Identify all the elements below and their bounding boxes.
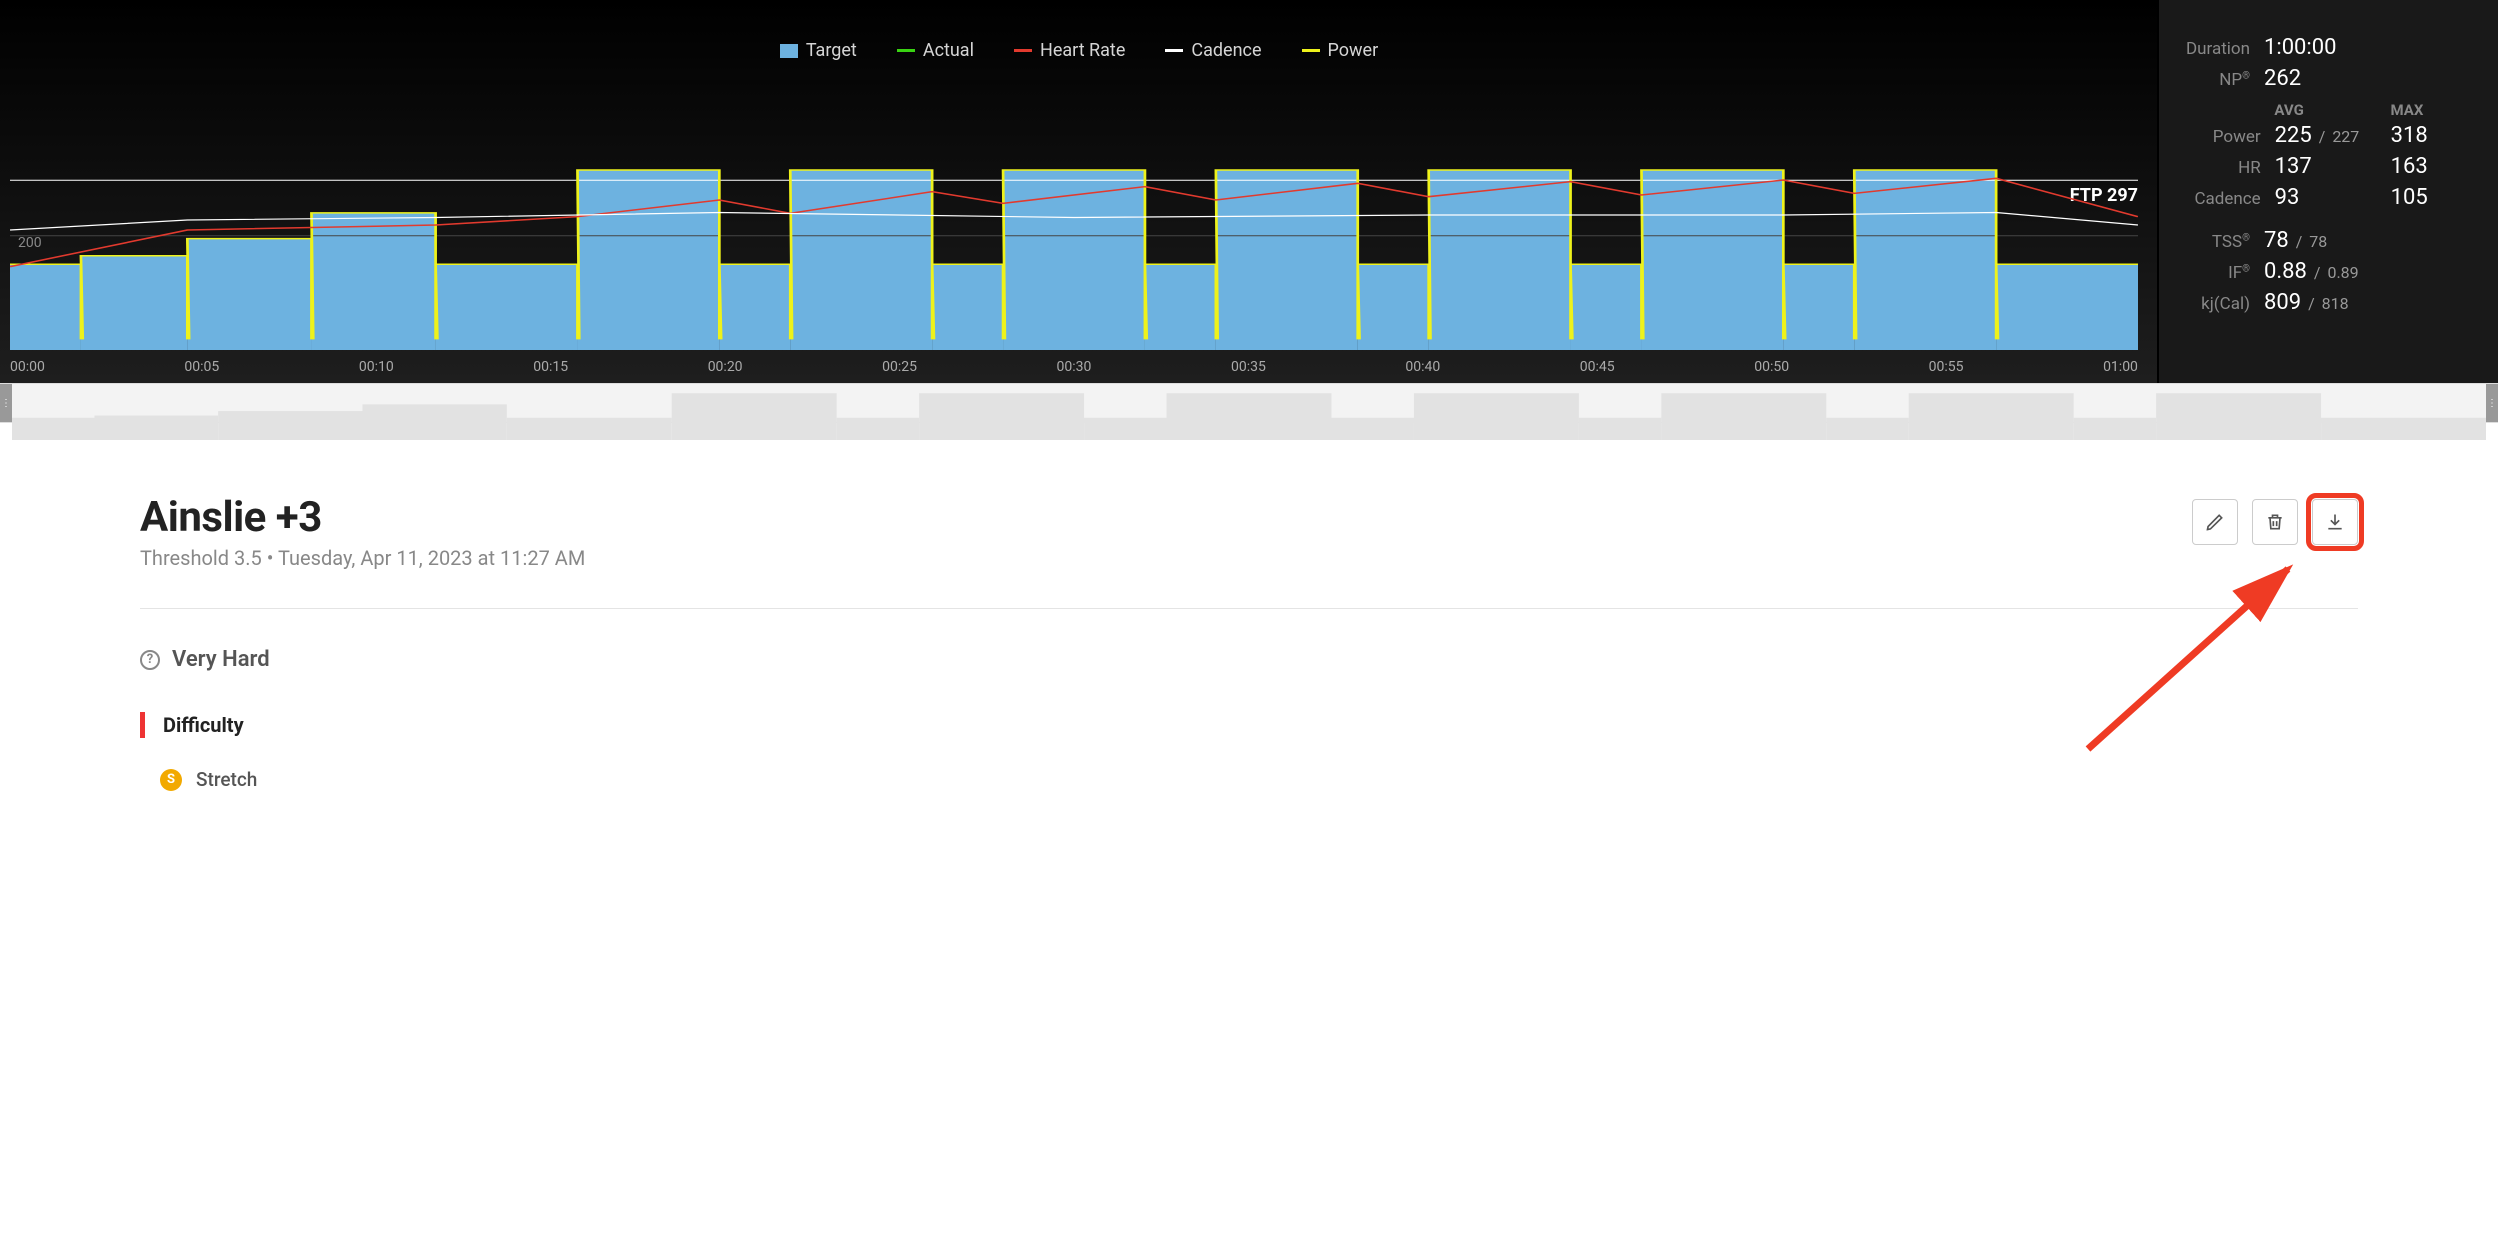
- cad-max: 105: [2391, 185, 2468, 210]
- kj-goal: 818: [2319, 294, 2349, 313]
- legend-target[interactable]: Target: [780, 40, 857, 61]
- trash-icon: [2265, 512, 2285, 532]
- x-tick: 00:15: [533, 359, 568, 375]
- download-icon: [2325, 512, 2345, 532]
- hr-max: 163: [2391, 154, 2468, 179]
- difficulty-rating: Very Hard: [172, 647, 270, 672]
- difficulty-section: Difficulty: [140, 712, 2358, 738]
- x-tick: 00:05: [184, 359, 219, 375]
- legend-hr[interactable]: Heart Rate: [1014, 40, 1125, 61]
- legend-cadence-label: Cadence: [1191, 40, 1261, 61]
- kj-label: kj(Cal): [2164, 294, 2264, 314]
- cad-avg: 93: [2275, 185, 2391, 210]
- target-swatch-icon: [780, 44, 798, 58]
- workout-subtitle: Threshold 3.5 • Tuesday, Apr 11, 2023 at…: [140, 546, 585, 570]
- tss-val: 78: [2264, 228, 2289, 253]
- power-avg-goal: 227: [2329, 127, 2359, 146]
- actual-line-icon: [897, 49, 915, 52]
- pencil-icon: [2205, 512, 2225, 532]
- legend-actual-label: Actual: [923, 40, 974, 61]
- chart-area[interactable]: Target Actual Heart Rate Cadence Power 2…: [0, 0, 2158, 383]
- tss-label: TSS®: [2164, 232, 2264, 252]
- x-tick: 00:20: [708, 359, 743, 375]
- tss-goal: 78: [2306, 232, 2327, 251]
- x-tick: 00:55: [1929, 359, 1964, 375]
- workout-content: Ainslie +3 Threshold 3.5 • Tuesday, Apr …: [0, 423, 2498, 831]
- x-tick: 00:40: [1405, 359, 1440, 375]
- x-axis-ticks: 00:00 00:05 00:10 00:15 00:20 00:25 00:30 00:35…: [10, 359, 2138, 375]
- if-label: IF®: [2164, 263, 2264, 283]
- x-tick: 00:30: [1057, 359, 1092, 375]
- chart-svg: [10, 150, 2138, 350]
- cadence-line-icon: [1165, 49, 1183, 52]
- help-icon[interactable]: ?: [140, 650, 160, 670]
- hr-avg: 137: [2275, 154, 2391, 179]
- chart-legend: Target Actual Heart Rate Cadence Power: [0, 40, 2158, 61]
- cad-label: Cadence: [2164, 189, 2275, 209]
- max-head: MAX: [2391, 101, 2468, 119]
- x-tick: 00:10: [359, 359, 394, 375]
- legend-target-label: Target: [806, 40, 857, 61]
- legend-power-label: Power: [1328, 40, 1379, 61]
- difficulty-level-row: S Stretch: [140, 768, 2358, 791]
- scrub-mini-chart: [12, 388, 2486, 440]
- if-goal: 0.89: [2324, 263, 2358, 282]
- difficulty-accent-bar: [140, 712, 145, 738]
- workout-title: Ainslie +3: [140, 493, 585, 542]
- stretch-badge-icon: S: [160, 769, 182, 791]
- legend-cadence[interactable]: Cadence: [1165, 40, 1261, 61]
- power-max: 318: [2391, 123, 2468, 148]
- stats-panel: Duration 1:00:00 NP® 262 AVG MAX Power 2…: [2158, 0, 2498, 383]
- hr-line-icon: [1014, 49, 1032, 52]
- x-tick: 00:50: [1754, 359, 1789, 375]
- delete-button[interactable]: [2252, 499, 2298, 545]
- np-label: NP®: [2164, 70, 2264, 90]
- stretch-label: Stretch: [196, 768, 257, 791]
- difficulty-heading: Difficulty: [163, 713, 244, 737]
- download-button[interactable]: [2312, 499, 2358, 545]
- scrub-handle-right[interactable]: ⋮: [2486, 384, 2498, 422]
- legend-actual[interactable]: Actual: [897, 40, 974, 61]
- timeline-scrubber[interactable]: ⋮ ⋮: [0, 383, 2498, 423]
- duration-label: Duration: [2164, 39, 2264, 59]
- x-tick: 00:35: [1231, 359, 1266, 375]
- if-val: 0.88: [2264, 259, 2307, 284]
- workout-actions: [2192, 499, 2358, 545]
- legend-hr-label: Heart Rate: [1040, 40, 1125, 61]
- duration-value: 1:00:00: [2264, 35, 2336, 60]
- edit-button[interactable]: [2192, 499, 2238, 545]
- x-tick: 00:25: [882, 359, 917, 375]
- kj-val: 809: [2264, 290, 2301, 315]
- legend-power[interactable]: Power: [1302, 40, 1379, 61]
- hr-label: HR: [2164, 158, 2275, 178]
- x-tick: 01:00: [2103, 359, 2138, 375]
- x-tick: 00:00: [10, 359, 45, 375]
- x-tick: 00:45: [1580, 359, 1615, 375]
- power-line-icon: [1302, 49, 1320, 52]
- scrub-handle-left[interactable]: ⋮: [0, 384, 12, 422]
- divider: [140, 608, 2358, 609]
- difficulty-rating-row: ? Very Hard: [140, 647, 2358, 672]
- workout-graph-panel: Target Actual Heart Rate Cadence Power 2…: [0, 0, 2498, 383]
- power-label: Power: [2164, 127, 2275, 147]
- np-value: 262: [2264, 66, 2301, 91]
- avg-head: AVG: [2274, 101, 2390, 119]
- power-avg: 225: [2275, 123, 2312, 148]
